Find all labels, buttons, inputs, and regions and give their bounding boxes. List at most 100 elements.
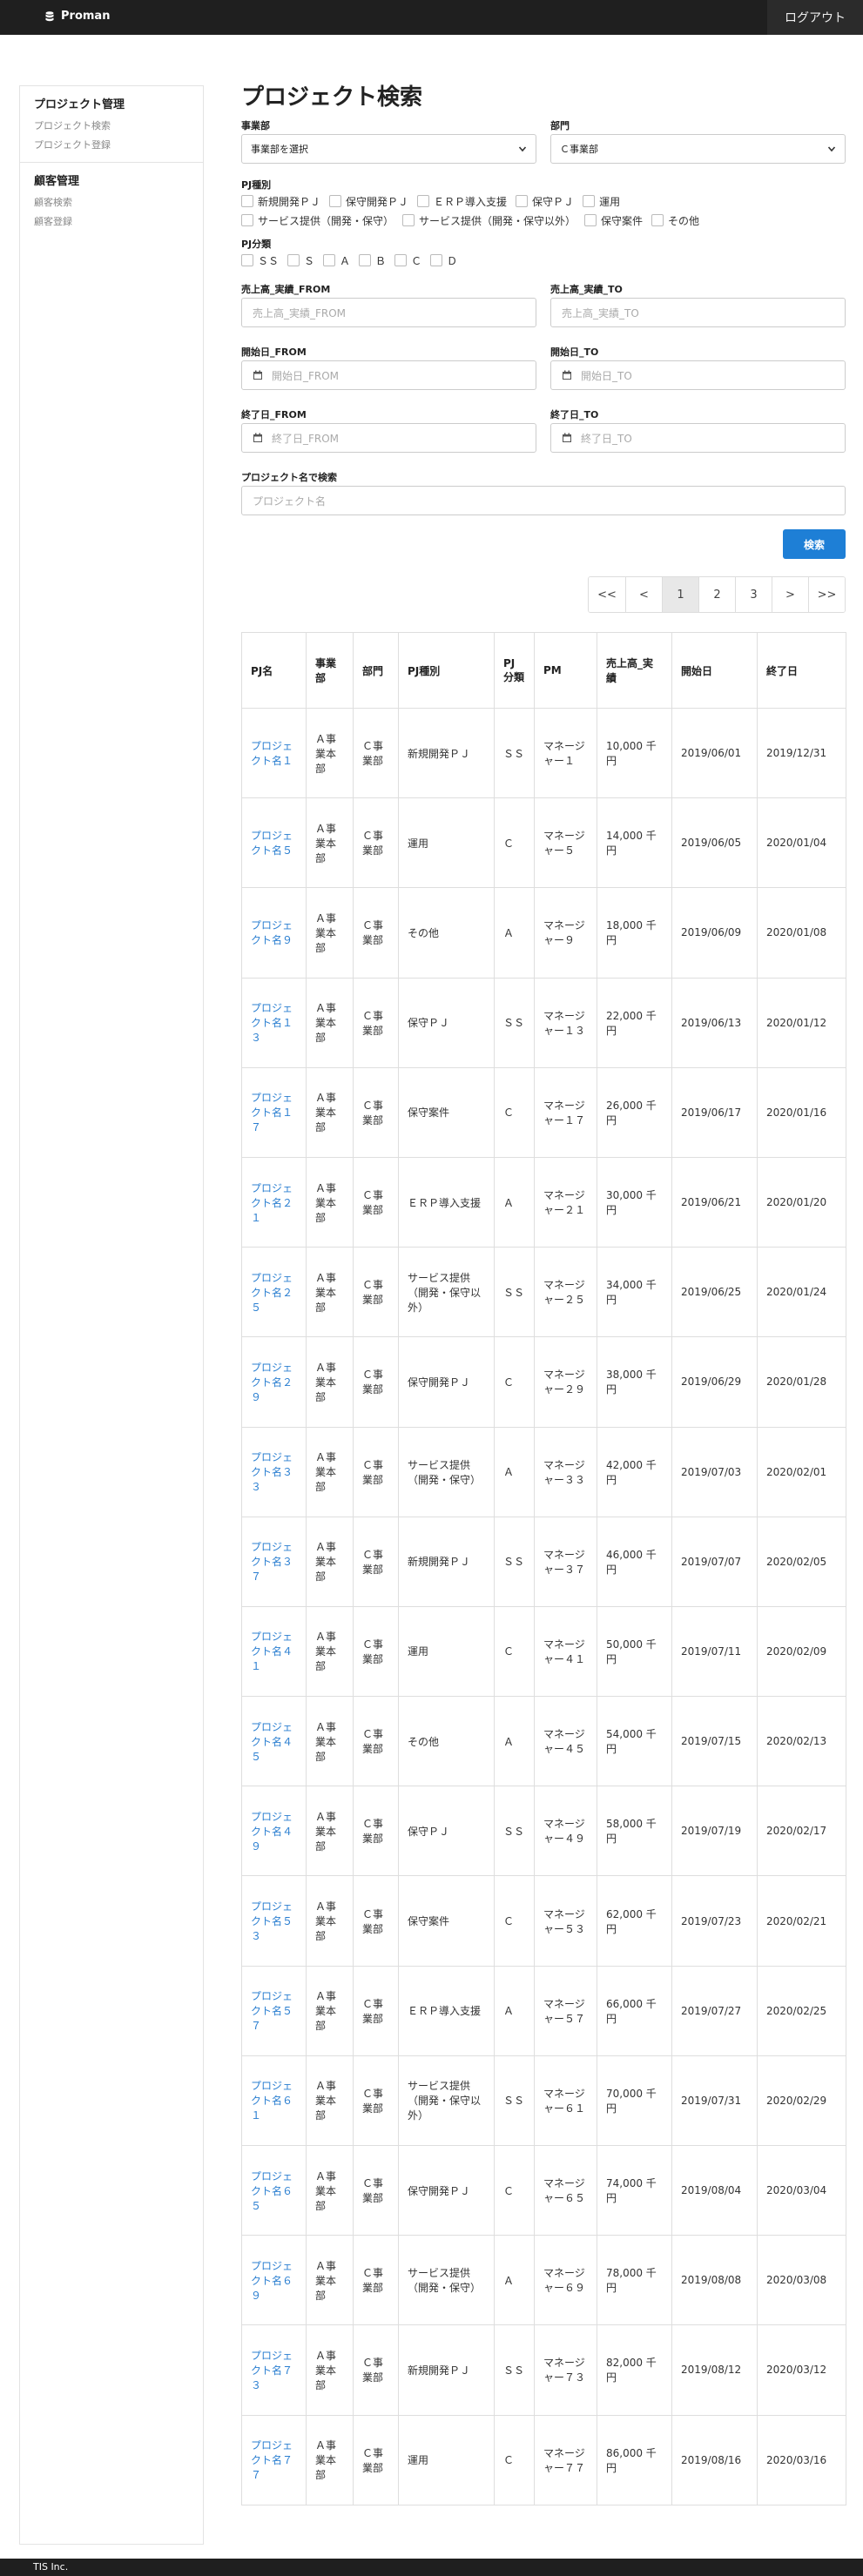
- pj-type-checkbox[interactable]: [584, 214, 597, 226]
- pj-type-option-0[interactable]: 新規開発ＰＪ: [241, 193, 320, 209]
- table-cell: 2019/06/17: [671, 1066, 758, 1158]
- project-link[interactable]: プロジェクト名１７: [251, 1092, 293, 1133]
- search-button[interactable]: 検索: [783, 529, 846, 559]
- table-cell: 78,000 千円: [597, 2235, 672, 2326]
- table-cell: 66,000 千円: [597, 1965, 672, 2056]
- project-link[interactable]: プロジェクト名６５: [251, 2170, 293, 2212]
- sidebar-item-client-search[interactable]: 顧客検索: [34, 193, 203, 212]
- pj-type-option-4[interactable]: 運用: [583, 193, 620, 209]
- pj-class-checkbox[interactable]: [323, 254, 336, 266]
- page-1-button[interactable]: 1: [662, 577, 698, 612]
- pj-class-checkbox[interactable]: [359, 254, 372, 266]
- sales-to-input[interactable]: 売上高_実績_TO: [550, 298, 846, 327]
- division-select[interactable]: 事業部を選択: [241, 134, 536, 164]
- brand[interactable]: Proman: [45, 10, 110, 23]
- project-link[interactable]: プロジェクト名２５: [251, 1272, 293, 1314]
- table-cell: Ｃ事業部: [353, 1247, 399, 1338]
- sales-from-input[interactable]: 売上高_実績_FROM: [241, 298, 536, 327]
- department-select[interactable]: Ｃ事業部: [550, 134, 846, 164]
- pj-class-option-2[interactable]: Ａ: [323, 252, 350, 268]
- project-link[interactable]: プロジェクト名５: [251, 830, 293, 857]
- pj-type-checkbox[interactable]: [516, 195, 529, 207]
- page-3-button[interactable]: 3: [735, 577, 772, 612]
- project-link[interactable]: プロジェクト名２１: [251, 1182, 293, 1224]
- page-last-button[interactable]: >>: [808, 577, 845, 612]
- pj-class-option-1[interactable]: Ｓ: [287, 252, 314, 268]
- pj-type-checkbox[interactable]: [651, 214, 664, 226]
- pj-class-checkbox[interactable]: [430, 254, 443, 266]
- table-cell: 2020/02/01: [757, 1426, 846, 1517]
- pj-type-option-5[interactable]: サービス提供（開発・保守）: [241, 212, 394, 228]
- logout-button[interactable]: ログアウト: [767, 0, 863, 35]
- column-header: PJ種別: [398, 632, 495, 709]
- pj-class-checkbox[interactable]: [241, 254, 253, 266]
- end-to-input[interactable]: 終了日_TO: [550, 423, 846, 453]
- pj-type-checkbox[interactable]: [241, 195, 253, 207]
- table-cell: 保守開発ＰＪ: [398, 2144, 495, 2236]
- pj-class-option-3[interactable]: Ｂ: [359, 252, 386, 268]
- table-cell: マネージャー４１: [534, 1605, 597, 1698]
- project-link[interactable]: プロジェクト名１３: [251, 1002, 293, 1044]
- page-prev-button[interactable]: <: [625, 577, 662, 612]
- page-first-button[interactable]: <<: [589, 577, 625, 612]
- project-link[interactable]: プロジェクト名１: [251, 740, 293, 767]
- sidebar-item-client-register[interactable]: 顧客登録: [34, 212, 203, 232]
- table-cell: 2019/07/03: [671, 1426, 758, 1517]
- table-cell: マネージャー７７: [534, 2414, 597, 2505]
- project-name-cell: プロジェクト名１３: [241, 977, 307, 1068]
- database-icon: [45, 10, 54, 21]
- table-cell: Ｃ事業部: [353, 1336, 399, 1428]
- project-link[interactable]: プロジェクト名３７: [251, 1541, 293, 1583]
- project-name-input[interactable]: プロジェクト名: [241, 486, 846, 515]
- sidebar-item-project-register[interactable]: プロジェクト登録: [34, 136, 203, 155]
- table-row: プロジェクト名２１ Ａ事業本部 Ｃ事業部 ＥＲＰ導入支援 Ａ マネージャー２１ 30,000…: [241, 1156, 846, 1248]
- pj-type-checkbox[interactable]: [417, 195, 430, 207]
- start-from-input[interactable]: 開始日_FROM: [241, 360, 536, 390]
- table-cell: Ｃ事業部: [353, 1696, 399, 1787]
- page-next-button[interactable]: >: [772, 577, 808, 612]
- pj-type-checkbox[interactable]: [241, 214, 253, 226]
- project-link[interactable]: プロジェクト名６９: [251, 2260, 293, 2302]
- pj-class-option-5[interactable]: Ｄ: [430, 252, 457, 268]
- table-cell: Ｃ事業部: [353, 1875, 399, 1967]
- table-cell: マネージャー２１: [534, 1156, 597, 1248]
- project-link[interactable]: プロジェクト名７７: [251, 2439, 293, 2481]
- pj-type-option-8[interactable]: その他: [651, 212, 699, 228]
- project-link[interactable]: プロジェクト名５３: [251, 1900, 293, 1942]
- start-to-input[interactable]: 開始日_TO: [550, 360, 846, 390]
- table-cell: Ｃ: [494, 2144, 535, 2236]
- sidebar-item-project-search[interactable]: プロジェクト検索: [34, 117, 203, 136]
- project-link[interactable]: プロジェクト名４５: [251, 1721, 293, 1763]
- pj-type-option-2[interactable]: ＥＲＰ導入支援: [417, 193, 507, 209]
- table-cell: 2019/06/09: [671, 887, 758, 979]
- end-from-placeholder: 終了日_FROM: [272, 432, 340, 445]
- project-link[interactable]: プロジェクト名９: [251, 919, 293, 946]
- end-from-input[interactable]: 終了日_FROM: [241, 423, 536, 453]
- pj-type-checkbox[interactable]: [583, 195, 596, 207]
- project-name-cell: プロジェクト名３３: [241, 1426, 307, 1517]
- table-cell: 保守案件: [398, 1066, 495, 1158]
- column-header: PM: [534, 632, 597, 709]
- project-link[interactable]: プロジェクト名５７: [251, 1990, 293, 2032]
- project-link[interactable]: プロジェクト名４９: [251, 1811, 293, 1853]
- pj-type-option-3[interactable]: 保守ＰＪ: [516, 193, 574, 209]
- pj-type-option-6[interactable]: サービス提供（開発・保守以外）: [402, 212, 576, 228]
- pj-type-option-1[interactable]: 保守開発ＰＪ: [329, 193, 408, 209]
- pj-type-option-7[interactable]: 保守案件: [584, 212, 643, 228]
- table-cell: Ｃ: [494, 1605, 535, 1698]
- table-cell: 42,000 千円: [597, 1426, 672, 1517]
- pj-type-checkbox[interactable]: [329, 195, 342, 207]
- project-link[interactable]: プロジェクト名２９: [251, 1362, 293, 1403]
- project-link[interactable]: プロジェクト名４１: [251, 1631, 293, 1672]
- project-link[interactable]: プロジェクト名７３: [251, 2350, 293, 2391]
- pj-class-checkbox[interactable]: [287, 254, 300, 266]
- project-link[interactable]: プロジェクト名６１: [251, 2080, 293, 2122]
- pj-class-option-4[interactable]: Ｃ: [394, 252, 421, 268]
- pj-class-checkbox[interactable]: [394, 254, 408, 266]
- project-link[interactable]: プロジェクト名３３: [251, 1451, 293, 1493]
- pj-class-option-0[interactable]: ＳＳ: [241, 252, 279, 268]
- column-header: 売上高_実績: [597, 632, 672, 709]
- pj-type-checkbox[interactable]: [402, 214, 415, 226]
- table-cell: 2019/06/21: [671, 1156, 758, 1248]
- page-2-button[interactable]: 2: [698, 577, 735, 612]
